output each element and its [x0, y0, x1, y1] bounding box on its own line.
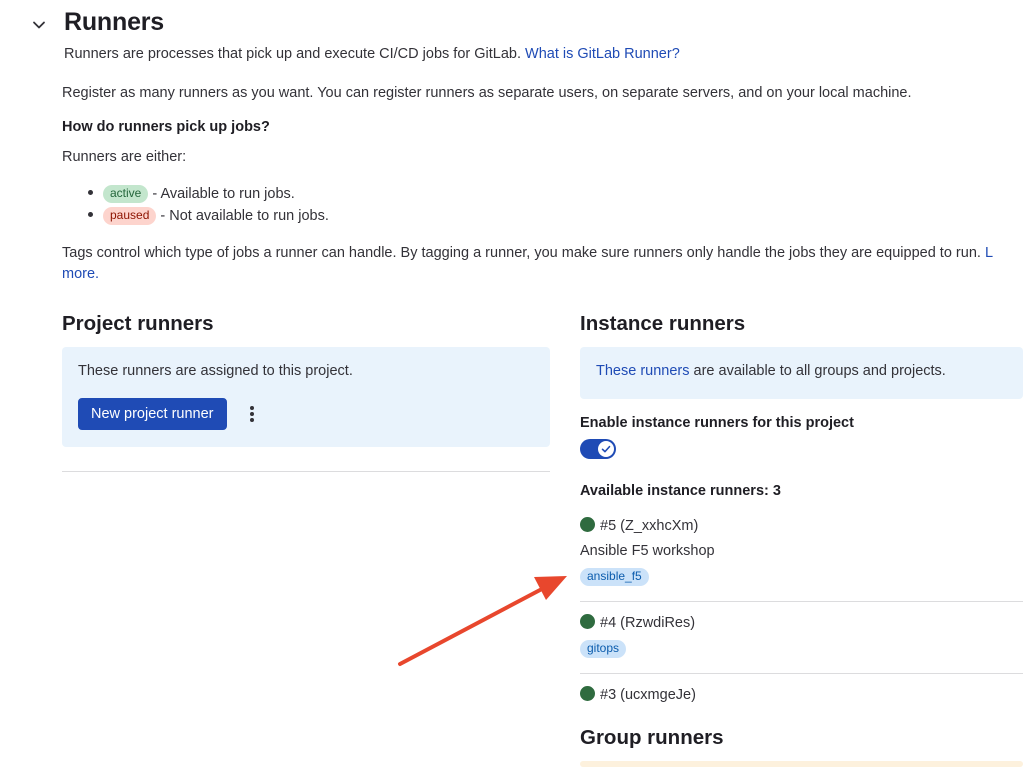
bullet	[88, 190, 93, 195]
instance-runners-title: Instance runners	[580, 312, 746, 335]
available-runners-count: Available instance runners: 3	[580, 483, 781, 499]
learn-more-link-cont[interactable]: more.	[62, 266, 99, 282]
runner-name[interactable]: #3 (ucxmgeJe)	[580, 686, 696, 703]
online-status-icon	[580, 614, 595, 629]
check-icon	[601, 445, 611, 453]
divider	[580, 673, 1023, 674]
divider	[62, 471, 550, 472]
project-runners-panel: These runners are assigned to this proje…	[62, 347, 550, 447]
runner-tag[interactable]: gitops	[580, 640, 627, 658]
runner-tag[interactable]: ansible_f5	[580, 568, 649, 586]
status-badge-paused: paused	[103, 207, 157, 225]
new-project-runner-button[interactable]: New project runner	[78, 398, 227, 430]
divider	[580, 601, 1023, 602]
enable-instance-runners-label: Enable instance runners for this project	[580, 415, 854, 431]
runner-name[interactable]: #4 (RzwdiRes)	[580, 614, 695, 631]
runner-description: Ansible F5 workshop	[580, 543, 715, 559]
these-runners-link[interactable]: These runners	[596, 363, 690, 379]
bullet	[88, 212, 93, 217]
project-runners-text: These runners are assigned to this proje…	[78, 363, 353, 379]
learn-more-link[interactable]: L	[985, 245, 993, 261]
group-runners-panel	[580, 761, 1023, 767]
runner-name[interactable]: #5 (Z_xxhcXm)	[580, 517, 698, 534]
online-status-icon	[580, 517, 595, 532]
pickup-heading: How do runners pick up jobs?	[62, 119, 270, 135]
more-actions-icon[interactable]	[245, 404, 259, 424]
register-text: Register as many runners as you want. Yo…	[62, 85, 912, 101]
group-runners-title: Group runners	[580, 726, 724, 749]
list-item: paused - Not available to run jobs.	[88, 207, 329, 225]
instance-runners-text: These runners are available to all group…	[596, 363, 946, 379]
page-title: Runners	[64, 8, 165, 36]
project-runners-title: Project runners	[62, 312, 214, 335]
status-badge-active: active	[103, 185, 149, 203]
list-item: active - Available to run jobs.	[88, 185, 295, 203]
tags-text: Tags control which type of jobs a runner…	[62, 245, 994, 261]
chevron-down-icon[interactable]	[30, 16, 48, 34]
online-status-icon	[580, 686, 595, 701]
toggle-knob	[598, 441, 614, 457]
either-text: Runners are either:	[62, 149, 187, 165]
enable-instance-runners-toggle[interactable]	[580, 439, 616, 459]
runners-intro: Runners are processes that pick up and e…	[64, 46, 680, 62]
instance-runners-panel: These runners are available to all group…	[580, 347, 1023, 399]
what-is-runner-link[interactable]: What is GitLab Runner?	[525, 46, 680, 62]
